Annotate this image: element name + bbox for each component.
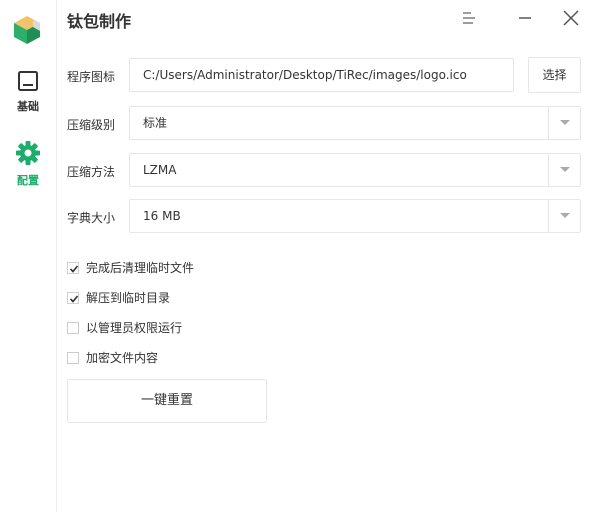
dict-size-label: 字典大小 (67, 211, 116, 225)
minimize-button[interactable] (512, 5, 538, 31)
sidebar-item-label: 配置 (17, 174, 39, 187)
dropdown-toggle[interactable] (548, 107, 580, 139)
monitor-icon (17, 70, 39, 92)
sidebar-item-config[interactable]: 配置 (0, 140, 56, 188)
checkbox[interactable] (67, 292, 79, 304)
checkbox[interactable] (67, 262, 79, 274)
icon-path-input[interactable]: C:/Users/Administrator/Desktop/TiRec/ima… (129, 58, 514, 92)
dropdown-toggle[interactable] (548, 200, 580, 232)
option-label: 加密文件内容 (86, 351, 159, 365)
reset-button[interactable]: 一键重置 (67, 379, 267, 423)
option-label: 解压到临时目录 (86, 291, 171, 305)
compress-level-select[interactable]: 标准 (129, 106, 581, 140)
sidebar-item-basic[interactable]: 基础 (0, 70, 56, 114)
minimize-icon (519, 17, 531, 19)
checkbox[interactable] (67, 322, 79, 334)
menu-icon (463, 12, 475, 24)
checkmark-icon (69, 295, 79, 303)
close-icon (563, 10, 579, 26)
gear-icon (15, 140, 41, 166)
chevron-down-icon (560, 120, 570, 125)
dict-size-value: 16 MB (143, 209, 181, 223)
sidebar-item-label: 基础 (17, 100, 39, 113)
option-label: 完成后清理临时文件 (86, 261, 195, 275)
compress-level-label: 压缩级别 (67, 118, 116, 132)
menu-button[interactable] (456, 5, 482, 31)
sidebar: 基础 配置 (0, 0, 57, 512)
compress-level-value: 标准 (143, 116, 168, 130)
chevron-down-icon (560, 213, 570, 218)
close-button[interactable] (558, 5, 584, 31)
compress-method-value: LZMA (143, 163, 177, 177)
compress-method-select[interactable]: LZMA (129, 153, 581, 187)
page-title: 钛包制作 (67, 12, 132, 31)
choose-button[interactable]: 选择 (528, 57, 581, 93)
option-label: 以管理员权限运行 (86, 321, 183, 335)
dict-size-select[interactable]: 16 MB (129, 199, 581, 233)
icon-path-label: 程序图标 (67, 70, 116, 84)
app-logo (13, 15, 41, 45)
compress-method-label: 压缩方法 (67, 165, 116, 179)
chevron-down-icon (560, 167, 570, 172)
checkbox[interactable] (67, 352, 79, 364)
checkmark-icon (69, 265, 79, 273)
dropdown-toggle[interactable] (548, 154, 580, 186)
